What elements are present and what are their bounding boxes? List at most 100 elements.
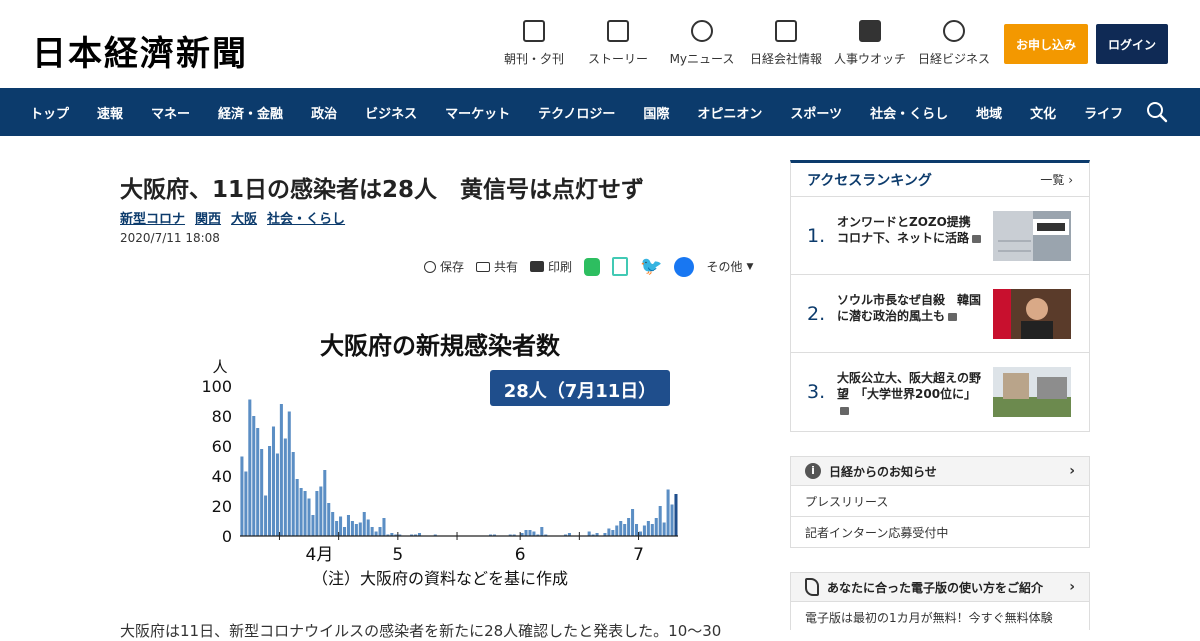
ranking-item[interactable]: 2. ソウル市長なぜ自殺 韓国に潜む政治的風土も	[791, 275, 1089, 353]
search-icon[interactable]	[1146, 101, 1168, 123]
header-link-mynews[interactable]: Myニュース	[660, 20, 744, 67]
twitter-icon[interactable]: 🐦	[640, 256, 662, 277]
chart-bar	[240, 456, 244, 536]
nav-item[interactable]: 国際	[643, 103, 669, 122]
apply-button[interactable]: お申し込み	[1004, 24, 1088, 64]
chart-bar	[327, 503, 331, 536]
mail-icon	[476, 261, 491, 272]
chart-bar	[287, 411, 291, 536]
header-link-paper[interactable]: 朝刊・夕刊	[492, 20, 576, 67]
chart-bar	[319, 486, 323, 536]
guide-header[interactable]: あなたに合った電子版の使い方をご紹介 ›	[791, 573, 1089, 602]
chart-note: （注）大阪府の資料などを基に作成	[312, 569, 568, 588]
chart-bar	[611, 530, 615, 536]
chart-bar	[619, 521, 623, 536]
nav-item[interactable]: マーケット	[445, 103, 510, 122]
share-button[interactable]: 共有	[476, 258, 518, 275]
chart-bar	[354, 524, 358, 536]
nav-item[interactable]: マネー	[151, 103, 190, 122]
chart-bar	[670, 504, 674, 536]
chart-bar	[275, 453, 279, 536]
header-link-company[interactable]: 日経会社情報	[744, 20, 828, 67]
site-header: 日本経濟新聞 朝刊・夕刊 ストーリー Myニュース 日経会社情報 人事ウオッチ …	[0, 0, 1200, 88]
nav-item[interactable]: ライフ	[1084, 103, 1123, 122]
article-tags: 新型コロナ 関西 大阪 社会・くらし	[120, 208, 345, 227]
note-icon[interactable]	[612, 257, 629, 276]
more-share-button[interactable]: その他 ▼	[706, 258, 753, 275]
main-nav: トップ 速報 マネー 経済・金融 政治 ビジネス マーケット テクノロジー 国際 オピニオン スポー…	[0, 88, 1200, 136]
nav-item[interactable]: 経済・金融	[218, 103, 283, 122]
caret-down-icon: ▼	[746, 261, 754, 272]
nav-item[interactable]: 政治	[311, 103, 337, 122]
nav-item[interactable]: スポーツ	[790, 103, 842, 122]
chart-bar	[291, 452, 295, 536]
chart-bar	[342, 527, 347, 536]
book-icon	[607, 20, 629, 42]
nav-item[interactable]: 文化	[1030, 103, 1056, 122]
y-tick-label: 100	[201, 377, 232, 396]
ranking-item[interactable]: 1. オンワードとZOZO提携 コロナ下、ネットに活路	[791, 197, 1089, 275]
tag-link[interactable]: 関西	[195, 208, 221, 227]
facebook-icon[interactable]	[674, 256, 695, 277]
evernote-icon[interactable]	[584, 257, 601, 276]
y-tick-label: 20	[212, 497, 232, 516]
chart-bar	[646, 521, 650, 536]
x-tick-label: 6	[515, 545, 526, 565]
chart-bar	[299, 488, 303, 536]
tag-link[interactable]: 大阪	[231, 208, 257, 227]
chart-bar	[638, 531, 642, 536]
chart-bar	[271, 426, 276, 536]
guide-text[interactable]: 電子版は最初の1カ月が無料！今すぐ無料体験	[791, 602, 1089, 633]
chart-bar	[323, 470, 327, 536]
chart-bar	[666, 489, 670, 536]
chart-bar	[662, 522, 666, 536]
chart-bar	[587, 531, 591, 536]
nav-item[interactable]: オピニオン	[697, 103, 762, 122]
nav-item[interactable]: 地域	[976, 103, 1002, 122]
chart-bar	[264, 495, 268, 536]
y-axis-label: 人	[212, 358, 227, 376]
nav-item[interactable]: 速報	[97, 103, 123, 122]
nav-item[interactable]: ビジネス	[365, 103, 417, 122]
lock-icon	[948, 313, 958, 321]
chart-bar	[295, 479, 299, 536]
chart-bar	[331, 512, 335, 536]
header-link-business[interactable]: 日経ビジネス	[912, 20, 996, 67]
y-tick-label: 60	[212, 437, 232, 456]
chart-bar	[374, 531, 378, 536]
chart-bar	[252, 416, 256, 536]
nav-item[interactable]: テクノロジー	[538, 103, 615, 122]
chart-bar	[370, 527, 374, 536]
tag-link[interactable]: 社会・くらし	[267, 208, 345, 227]
clip-icon	[424, 260, 436, 273]
ranking-title: アクセスランキング	[807, 172, 932, 189]
info-icon: i	[805, 463, 821, 479]
header-link-story[interactable]: ストーリー	[576, 20, 660, 67]
notice-link[interactable]: 記者インターン応募受付中	[791, 517, 1089, 548]
ranking-item[interactable]: 3. 大阪公立大、阪大超えの野望 「大学世界200位に」	[791, 353, 1089, 431]
notice-header[interactable]: i 日経からのお知らせ ›	[791, 457, 1089, 486]
nav-item[interactable]: 社会・くらし	[870, 103, 948, 122]
header-link-personnel[interactable]: 人事ウオッチ	[828, 20, 912, 67]
chart-bar	[540, 527, 544, 536]
nav-item[interactable]: トップ	[30, 103, 69, 122]
ranking-more-link[interactable]: 一覧 ›	[1040, 171, 1073, 188]
thumbnail-image	[993, 367, 1071, 417]
notice-link[interactable]: プレスリリース	[791, 486, 1089, 517]
login-button[interactable]: ログイン	[1096, 24, 1168, 64]
compass-icon	[943, 20, 965, 42]
chart-bar	[615, 525, 619, 536]
chart-bar	[607, 528, 611, 536]
tag-link[interactable]: 新型コロナ	[120, 208, 185, 227]
site-logo[interactable]: 日本経濟新聞	[32, 26, 248, 75]
cases-chart: 大阪府の新規感染者数 28人（7月11日） 人 0 20 40 60 80 100 4月 5 6 7 （注…	[201, 332, 678, 588]
chart-bar	[260, 449, 264, 536]
save-button[interactable]: 保存	[424, 258, 464, 275]
chart-bar	[627, 518, 631, 536]
chart-title: 大阪府の新規感染者数	[320, 332, 561, 360]
chart-bar	[256, 428, 260, 536]
print-button[interactable]: 印刷	[530, 258, 572, 275]
chart-bar	[358, 522, 362, 536]
chevron-right-icon: ›	[1068, 173, 1073, 187]
chart-bar	[346, 515, 350, 536]
